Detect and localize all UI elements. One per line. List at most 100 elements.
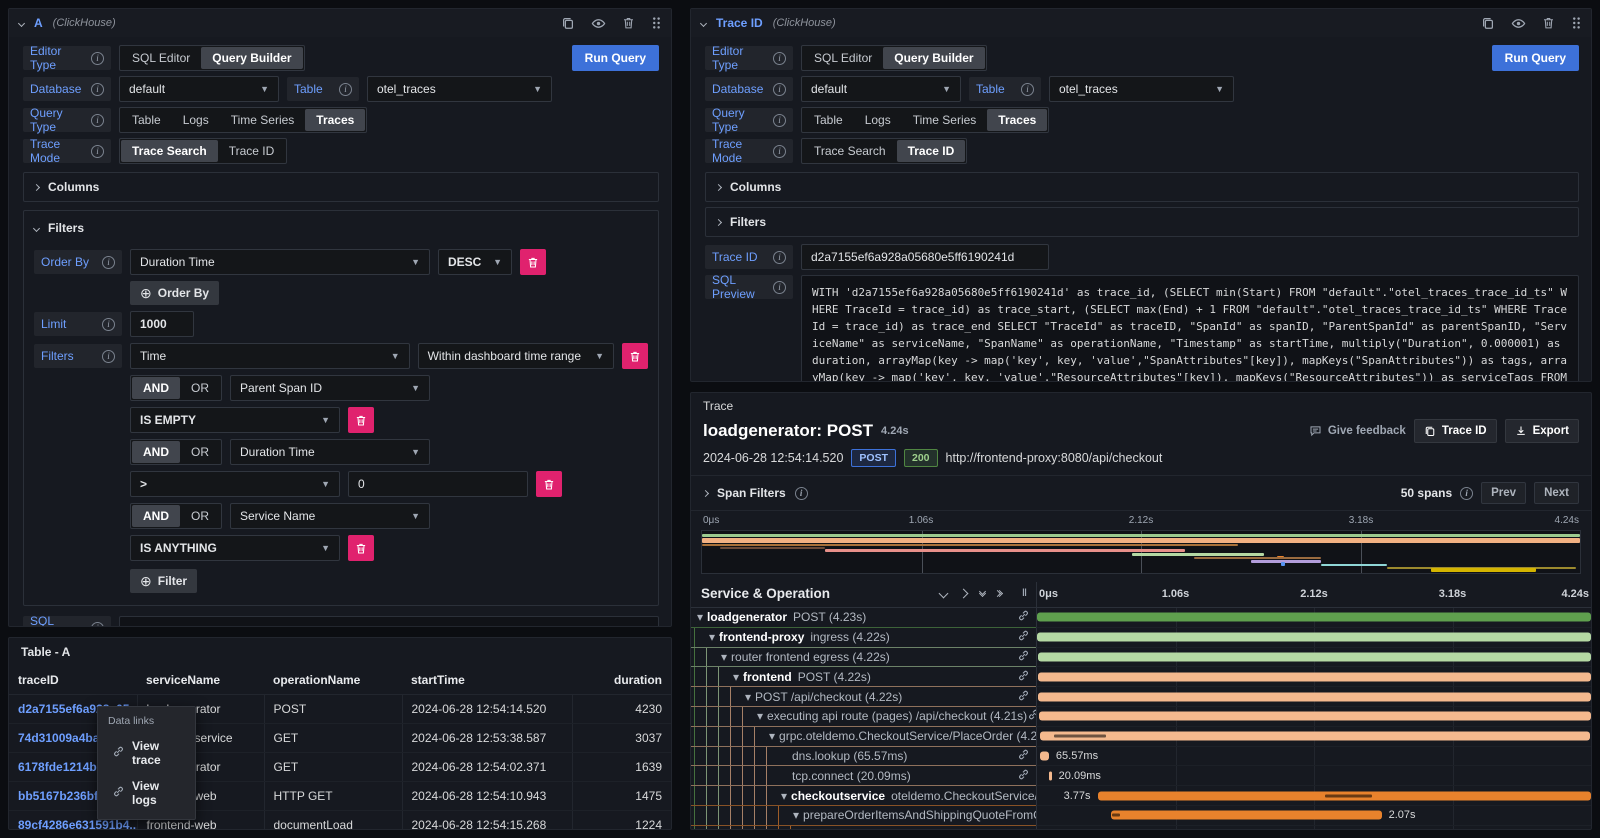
- option-and[interactable]: AND: [132, 505, 180, 527]
- columns-collapse[interactable]: Columns: [705, 172, 1579, 202]
- option-trace-id[interactable]: Trace ID: [897, 140, 966, 162]
- filters-collapse[interactable]: Filters: [34, 219, 648, 243]
- chevron-down-icon[interactable]: ▾: [697, 610, 703, 624]
- chevron-down-icon[interactable]: ▾: [709, 630, 715, 644]
- span-row[interactable]: ▾checkoutserviceoteldemo.CheckoutService…: [691, 786, 1591, 806]
- option-table[interactable]: Table: [121, 109, 172, 131]
- option-time-series[interactable]: Time Series: [902, 109, 988, 131]
- span-gantt-bar[interactable]: [1098, 791, 1591, 800]
- column-resizer-handle[interactable]: ‖: [1022, 588, 1028, 599]
- link-icon[interactable]: [1017, 649, 1034, 665]
- add-order-by-button[interactable]: ⊕Order By: [130, 281, 219, 305]
- option-and[interactable]: AND: [132, 377, 180, 399]
- trace-id-input[interactable]: d2a7155ef6a928a05680e5ff6190241d: [801, 244, 1049, 270]
- span-row[interactable]: ▾oteldemo.CartService/GetCart (23.22ms)2…: [691, 826, 1591, 829]
- filters-collapse[interactable]: Filters: [705, 207, 1579, 237]
- trace-id-button[interactable]: Trace ID: [1414, 419, 1497, 443]
- option-sql-editor[interactable]: SQL Editor: [121, 47, 201, 69]
- table-select[interactable]: otel_traces▼: [1049, 76, 1234, 102]
- option-or[interactable]: OR: [180, 377, 220, 399]
- limit-input[interactable]: 1000: [130, 311, 194, 337]
- link-icon[interactable]: [1017, 689, 1034, 705]
- chevron-down-icon[interactable]: ▾: [757, 709, 763, 723]
- column-header-startTime[interactable]: startTime: [402, 666, 572, 695]
- query-a-header[interactable]: A (ClickHouse): [9, 9, 671, 37]
- link-icon[interactable]: [1027, 708, 1036, 724]
- remove-order-by-button[interactable]: [520, 249, 546, 275]
- trash-icon[interactable]: [1542, 16, 1555, 30]
- span-row[interactable]: ▾frontendPOST (4.22s): [691, 667, 1591, 687]
- span-row[interactable]: ▾POST /api/checkout (4.22s): [691, 687, 1591, 707]
- option-logs[interactable]: Logs: [172, 109, 220, 131]
- export-button[interactable]: Export: [1505, 419, 1579, 443]
- drag-handle-icon[interactable]: [1571, 16, 1581, 30]
- menu-item-view-trace[interactable]: View trace: [98, 733, 195, 773]
- chevron-right-icon[interactable]: [702, 489, 709, 496]
- collapse-all-icon[interactable]: [980, 592, 985, 596]
- option-traces[interactable]: Traces: [305, 109, 365, 131]
- option-trace-id[interactable]: Trace ID: [218, 140, 286, 162]
- span-gantt-bar[interactable]: [1049, 771, 1052, 780]
- option-logs[interactable]: Logs: [854, 109, 902, 131]
- span-row[interactable]: tcp.connect (20.09ms)20.09ms: [691, 766, 1591, 786]
- chevron-down-icon[interactable]: ▾: [769, 729, 775, 743]
- column-header-serviceName[interactable]: serviceName: [137, 666, 264, 695]
- condition-operator-select[interactable]: IS ANYTHING▼: [130, 535, 340, 561]
- expand-all-icon[interactable]: [998, 591, 1002, 596]
- span-gantt-bar[interactable]: [1038, 672, 1591, 681]
- link-icon[interactable]: [1017, 768, 1034, 784]
- span-filters-label[interactable]: Span Filters: [717, 486, 786, 500]
- chevron-down-icon[interactable]: ▾: [793, 808, 799, 822]
- chevron-down-icon[interactable]: ▾: [721, 650, 727, 664]
- link-icon[interactable]: [1017, 629, 1034, 645]
- duplicate-icon[interactable]: [1481, 16, 1495, 30]
- remove-condition-button[interactable]: [348, 535, 374, 561]
- chevron-down-icon[interactable]: ▾: [745, 690, 751, 704]
- span-row[interactable]: dns.lookup (65.57ms)65.57ms: [691, 747, 1591, 767]
- option-trace-search[interactable]: Trace Search: [121, 140, 218, 162]
- column-header-duration[interactable]: duration: [572, 666, 671, 695]
- trace-minimap[interactable]: [701, 530, 1581, 574]
- remove-condition-button[interactable]: [536, 471, 562, 497]
- span-row[interactable]: ▾loadgeneratorPOST (4.23s): [691, 608, 1591, 628]
- condition-operator-select[interactable]: >▼: [130, 471, 340, 497]
- option-table[interactable]: Table: [803, 109, 854, 131]
- database-select[interactable]: default▼: [119, 76, 279, 102]
- option-and[interactable]: AND: [132, 441, 180, 463]
- remove-filter-button[interactable]: [622, 343, 648, 369]
- span-gantt-bar[interactable]: [1037, 633, 1591, 642]
- option-traces[interactable]: Traces: [987, 109, 1047, 131]
- order-by-field-select[interactable]: Duration Time▼: [130, 249, 430, 275]
- option-query-builder[interactable]: Query Builder: [883, 47, 984, 69]
- add-filter-button[interactable]: ⊕Filter: [130, 569, 197, 593]
- link-icon[interactable]: [1017, 609, 1034, 625]
- span-gantt-bar[interactable]: [1039, 712, 1591, 721]
- run-query-button[interactable]: Run Query: [572, 45, 659, 71]
- span-gantt-bar[interactable]: [1037, 613, 1591, 622]
- span-gantt-bar[interactable]: [1040, 751, 1049, 760]
- condition-field-select[interactable]: Parent Span ID▼: [230, 375, 430, 401]
- condition-field-select[interactable]: Duration Time▼: [230, 439, 430, 465]
- chevron-down-icon[interactable]: ▾: [733, 670, 739, 684]
- columns-collapse[interactable]: Columns: [23, 172, 659, 202]
- option-or[interactable]: OR: [180, 505, 220, 527]
- duplicate-icon[interactable]: [561, 16, 575, 30]
- option-time-series[interactable]: Time Series: [220, 109, 306, 131]
- condition-value-input[interactable]: 0: [348, 471, 528, 497]
- link-icon[interactable]: [1017, 669, 1034, 685]
- trace-id-link[interactable]: 74d31009a4ba...: [18, 731, 109, 745]
- prev-button[interactable]: Prev: [1481, 482, 1526, 504]
- next-button[interactable]: Next: [1534, 482, 1579, 504]
- table-select[interactable]: otel_traces▼: [367, 76, 552, 102]
- span-gantt-bar[interactable]: [1111, 811, 1382, 820]
- collapse-one-icon[interactable]: [939, 589, 949, 599]
- condition-operator-select[interactable]: IS EMPTY▼: [130, 407, 340, 433]
- span-gantt-bar[interactable]: [1038, 652, 1591, 661]
- filter-field-select[interactable]: Time▼: [130, 343, 410, 369]
- menu-item-view-logs[interactable]: View logs: [98, 773, 195, 813]
- run-query-button[interactable]: Run Query: [1492, 45, 1579, 71]
- span-gantt-bar[interactable]: [1040, 732, 1591, 741]
- span-row[interactable]: ▾prepareOrderItemsAndShippingQuoteFromCa…: [691, 806, 1591, 826]
- order-by-direction-select[interactable]: DESC▼: [438, 249, 512, 275]
- column-header-operationName[interactable]: operationName: [264, 666, 402, 695]
